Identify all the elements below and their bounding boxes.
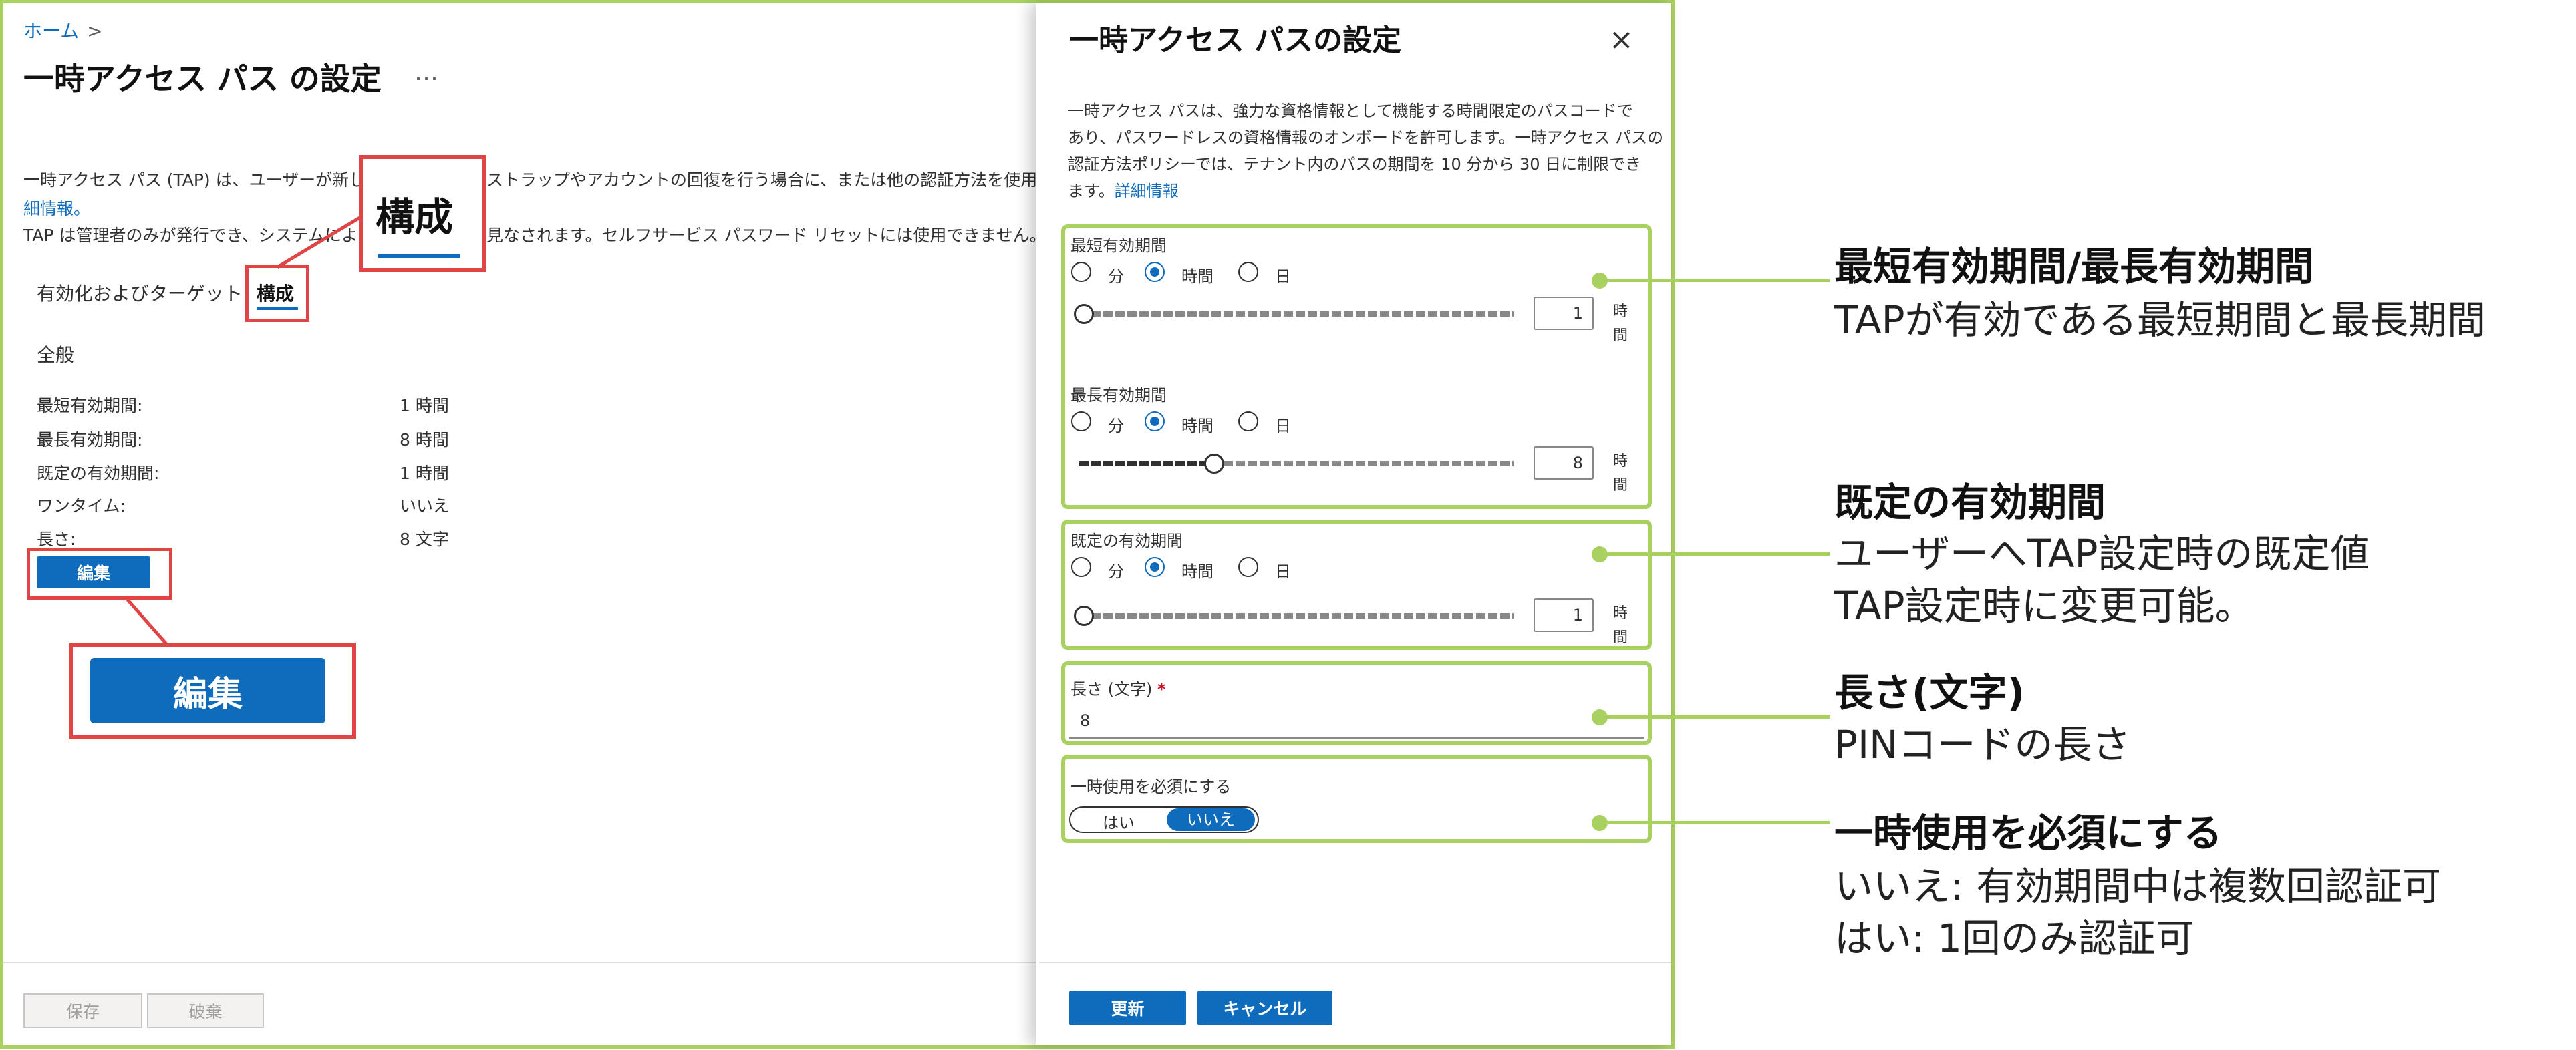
annotation-text: いいえ: 有効期間中は複数回認証可 [1834,864,2441,909]
max-lifetime-radio-hours[interactable] [1145,411,1165,431]
config-callout-line [276,213,366,269]
annotation-text: TAP設定時に変更可能。 [1834,583,2254,629]
annotation-title: 一時使用を必須にする [1834,810,2223,856]
annotation-text: PINコードの長さ [1834,722,2131,767]
cancel-button[interactable]: キャンセル [1197,991,1332,1025]
max-lifetime-radio-minutes[interactable] [1071,411,1091,431]
footer-divider [3,962,1036,963]
annotation-title: 長さ(文字) [1834,670,2025,715]
one-time-use-label: 一時使用を必須にする [1070,777,1232,796]
unit-label: 時 [1612,453,1628,470]
annotation-leader-line [1600,279,1830,282]
annotation-text: TAPが有効である最短期間と最長期間 [1834,297,2486,343]
min-lifetime-radio-minutes[interactable] [1071,262,1091,282]
default-lifetime-label: 既定の有効期間 [1070,532,1183,550]
min-lifetime-label: 最短有効期間 [1070,236,1167,255]
max-lifetime-slider-thumb[interactable] [1203,454,1224,474]
radio-label: 時間 [1181,417,1213,435]
panel-description-line: あり、パスワードレスの資格情報のオンボードを許可します。一時アクセス パスの [1068,128,1664,147]
annotation-leader-line [1600,821,1830,824]
radio-label: 分 [1108,267,1124,286]
annotation-text: はい: 1回のみ認証可 [1834,916,2194,961]
annotation-leader-line [1600,552,1830,556]
max-lifetime-label: 最長有効期間 [1070,386,1167,405]
zoom-config-underline [378,254,460,258]
radio-label: 時間 [1181,562,1213,581]
panel-footer-divider [1039,962,1671,963]
panel-learn-more-link[interactable]: 詳細情報 [1115,182,1179,200]
radio-label: 時間 [1181,267,1213,286]
max-lifetime-slider-fill [1079,461,1208,466]
min-lifetime-radio-hours[interactable] [1145,262,1165,282]
default-lifetime-radio-hours[interactable] [1145,557,1165,577]
unit-label: 間 [1612,327,1628,344]
radio-label: 分 [1108,562,1124,581]
panel-description-line: 一時アクセス パスは、強力な資格情報として機能する時間限定のパスコードで [1068,102,1633,120]
unit-label: 時 [1612,303,1628,320]
annotation-title: 既定の有効期間 [1834,480,2106,525]
toggle-option-yes[interactable]: はい [1103,810,1135,833]
default-lifetime-slider-track[interactable] [1079,613,1514,619]
unit-label: 間 [1612,629,1628,646]
length-label: 長さ (文字) * [1070,676,1166,699]
edit-callout-line [126,598,168,646]
zoom-config-label: 構成 [376,194,454,240]
required-mark: * [1157,680,1166,699]
min-lifetime-slider-track[interactable] [1079,311,1514,317]
discard-button[interactable]: 破棄 [147,993,264,1028]
panel-description-line: 認証方法ポリシーでは、テナント内のパスの期間を 10 分から 30 日に制限でき [1068,155,1642,174]
toggle-option-no-selected[interactable]: いいえ [1167,808,1255,831]
unit-label: 間 [1612,477,1628,494]
min-lifetime-radio-days[interactable] [1238,262,1258,282]
save-button[interactable]: 保存 [23,993,142,1028]
panel-description-line: ます。詳細情報 [1068,178,1179,201]
panel-title: 一時アクセス パスの設定 [1069,23,1402,57]
zoom-edit-button: 編集 [90,658,325,723]
panel-description-prefix: ます。 [1068,182,1115,200]
length-label-text: 長さ (文字) [1070,680,1153,699]
min-lifetime-input[interactable]: 1 [1534,297,1594,330]
annotation-text: ユーザーへTAP設定時の既定値 [1834,531,2370,576]
radio-label: 分 [1108,417,1124,435]
radio-label: 日 [1275,417,1291,435]
radio-label: 日 [1275,562,1291,581]
length-input[interactable]: 8 [1069,705,1644,739]
annotation-title: 最短有効期間/最長有効期間 [1834,244,2314,289]
callout-connectors [126,213,366,646]
default-lifetime-radio-minutes[interactable] [1071,557,1091,577]
max-lifetime-input[interactable]: 8 [1534,446,1594,480]
radio-label: 日 [1275,267,1291,286]
unit-label: 時 [1612,605,1628,622]
default-lifetime-input[interactable]: 1 [1534,598,1594,632]
close-icon[interactable]: × [1609,23,1634,57]
update-button[interactable]: 更新 [1069,991,1186,1025]
max-lifetime-radio-days[interactable] [1238,411,1258,431]
min-lifetime-slider-thumb[interactable] [1074,304,1094,324]
default-lifetime-slider-thumb[interactable] [1074,606,1094,626]
annotation-leader-line [1600,715,1830,719]
default-lifetime-radio-days[interactable] [1238,557,1258,577]
